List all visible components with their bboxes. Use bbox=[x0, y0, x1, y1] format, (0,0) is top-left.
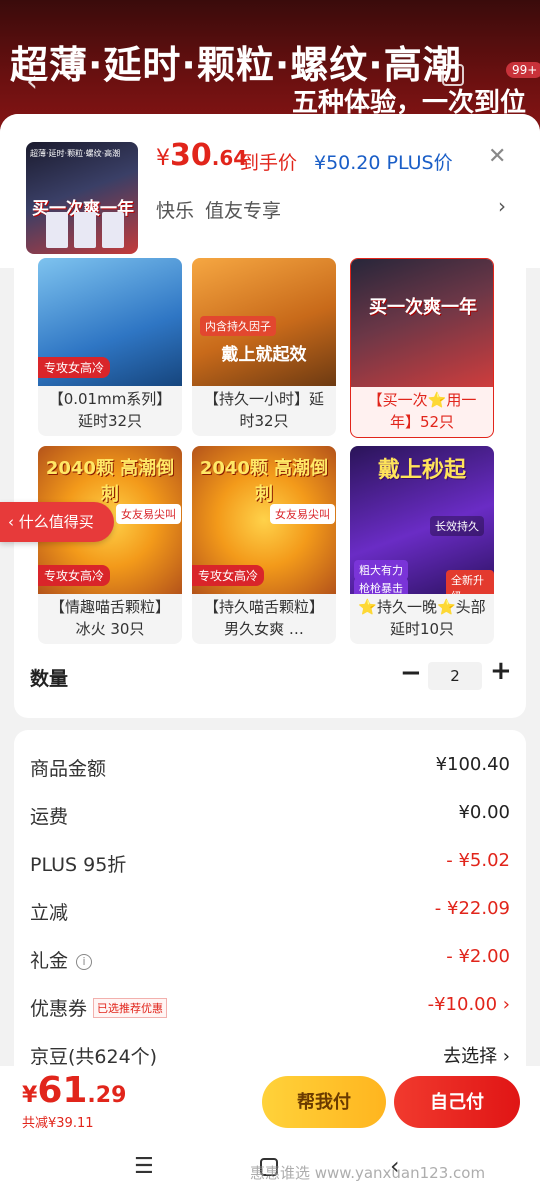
message-badge: 99+ bbox=[506, 62, 540, 78]
help-pay-button[interactable]: 帮我付 bbox=[262, 1076, 386, 1128]
summary-value: 去选择 › bbox=[443, 1046, 510, 1067]
smzdm-float-tab[interactable]: ‹ 什么值得买 bbox=[0, 502, 114, 542]
variant-image-title: 戴上就起效 bbox=[221, 345, 307, 365]
variant-option-selected[interactable]: 买一次爽一年 【买一次⭐用一年】52只 bbox=[350, 258, 494, 438]
watermark: 惠惠谁选 www.yanxuan123.com bbox=[250, 1164, 486, 1182]
summary-value: - ¥5.02 bbox=[446, 850, 510, 871]
variant-option[interactable]: 2040颗 高潮倒刺 女友易尖叫 专攻女高冷 【持久喵舌颗粒】男久女爽 … bbox=[192, 446, 336, 644]
variant-option[interactable]: 戴上就起效 内含持久因子 【持久一小时】延时32只 bbox=[192, 258, 336, 436]
sheet-header: 超薄·延时·颗粒·螺纹·高潮 买一次爽一年 ¥30.64 到手价 ¥50.20 … bbox=[0, 114, 540, 268]
banner-line1: 超薄·延时·颗粒·螺纹·高潮 bbox=[10, 43, 462, 87]
quantity-plus-button[interactable]: + bbox=[490, 656, 512, 686]
variant-label: 【持久喵舌颗粒】男久女爽 … bbox=[203, 598, 324, 638]
summary-key: PLUS 95折 bbox=[30, 854, 127, 876]
product-thumbnail: 超薄·延时·颗粒·螺纹·高潮 买一次爽一年 bbox=[26, 142, 138, 254]
variant-option[interactable]: 戴上秒起 长效持久 粗大有力 枪枪暴击 全新升级 ⭐持久一晚⭐头部延时10只 bbox=[350, 446, 494, 644]
back-icon[interactable]: ‹ bbox=[26, 64, 38, 99]
summary-key: 商品金额 bbox=[30, 758, 107, 780]
variant-label: 【持久一小时】延时32只 bbox=[203, 390, 324, 430]
variant-option[interactable]: 2040颗 高潮倒刺 女友易尖叫 专攻女高冷 【情趣喵舌颗粒】冰火 30只 bbox=[38, 446, 182, 644]
variant-label: 【情趣喵舌颗粒】冰火 30只 bbox=[49, 598, 170, 638]
quantity-label: 数量 bbox=[30, 668, 69, 690]
final-price: ¥30.64 bbox=[156, 138, 248, 173]
summary-row-goods: 商品金额 ¥100.40 bbox=[30, 754, 510, 784]
total-saved: 共减¥39.11 bbox=[22, 1116, 94, 1131]
plus-price: ¥50.20 PLUS价 bbox=[314, 152, 453, 174]
variant-image-text: 长效持久 bbox=[430, 516, 484, 536]
variant-image-badge: 全新升级 bbox=[446, 570, 494, 594]
close-icon[interactable]: ✕ bbox=[488, 144, 506, 169]
variant-image: 2040颗 高潮倒刺 女友易尖叫 专攻女高冷 bbox=[192, 446, 336, 594]
box-image bbox=[46, 212, 68, 248]
self-pay-button[interactable]: 自己付 bbox=[394, 1076, 520, 1128]
pay-bar: ¥61.29 共减¥39.11 帮我付 自己付 bbox=[0, 1066, 540, 1142]
box-image bbox=[102, 212, 124, 248]
summary-key: 礼金 i bbox=[30, 946, 93, 973]
variant-image-sub: 枪枪暴击 bbox=[354, 578, 408, 594]
quantity-minus-button[interactable]: − bbox=[400, 658, 422, 688]
variant-caption: 专攻女高冷 bbox=[38, 565, 111, 586]
tag-member: 值友专享 bbox=[205, 200, 282, 222]
back-nav-icon[interactable]: ‹ bbox=[390, 1152, 400, 1180]
menu-icon[interactable]: ☰ bbox=[134, 1154, 154, 1179]
chevron-right-icon[interactable]: › bbox=[498, 194, 506, 218]
summary-value: - ¥22.09 bbox=[434, 898, 510, 919]
summary-value: -¥10.00 › bbox=[427, 994, 510, 1015]
variant-image-sub: 粗大有力 bbox=[354, 560, 408, 580]
variant-image-title: 买一次爽一年 bbox=[369, 297, 477, 318]
summary-row-discount: 立减 - ¥22.09 bbox=[30, 898, 510, 928]
summary-row-coupon[interactable]: 优惠券 已选推荐优惠 -¥10.00 › bbox=[30, 994, 510, 1024]
variant-image-title: 戴上秒起 bbox=[377, 458, 466, 483]
coupon-tag: 已选推荐优惠 bbox=[93, 998, 168, 1018]
total-price: ¥61.29 bbox=[22, 1070, 127, 1111]
final-price-label: 到手价 bbox=[240, 152, 298, 174]
summary-key: 运费 bbox=[30, 806, 69, 828]
variant-label: 【0.01mm系列】延时32只 bbox=[48, 390, 172, 430]
tag-kuaile: 快乐 bbox=[156, 200, 195, 222]
variant-label: ⭐持久一晚⭐头部延时10只 bbox=[358, 598, 486, 638]
variant-label: 【买一次⭐用一年】52只 bbox=[367, 391, 477, 431]
info-icon[interactable]: i bbox=[76, 954, 93, 970]
summary-key: 优惠券 已选推荐优惠 bbox=[30, 994, 168, 1021]
thumb-text: 超薄·延时·颗粒·螺纹·高潮 bbox=[30, 149, 121, 158]
summary-row-shipping: 运费 ¥0.00 bbox=[30, 802, 510, 832]
system-nav-bar: ☰ 惠惠谁选 www.yanxuan123.com ‹ bbox=[0, 1142, 540, 1200]
variant-image-sub: 女友易尖叫 bbox=[270, 504, 335, 524]
summary-row-gift: 礼金 i - ¥2.00 bbox=[30, 946, 510, 976]
variant-caption: 专攻女高冷 bbox=[38, 357, 111, 378]
variant-image: 专攻女高冷 bbox=[38, 258, 182, 386]
float-tab-label: 什么值得买 bbox=[18, 513, 94, 531]
variant-caption: 专攻女高冷 bbox=[192, 565, 265, 586]
variant-image: 买一次爽一年 bbox=[351, 259, 493, 387]
share-icon[interactable] bbox=[442, 64, 464, 86]
summary-value: ¥0.00 bbox=[458, 802, 510, 823]
variant-option[interactable]: 专攻女高冷 【0.01mm系列】延时32只 bbox=[38, 258, 182, 436]
summary-key: 立减 bbox=[30, 902, 69, 924]
variant-image-title: 2040颗 高潮倒刺 bbox=[45, 458, 175, 505]
variant-caption: 内含持久因子 bbox=[200, 316, 276, 336]
variant-image: 戴上秒起 长效持久 粗大有力 枪枪暴击 全新升级 bbox=[350, 446, 494, 594]
quantity-input[interactable]: 2 bbox=[428, 662, 482, 690]
box-image bbox=[74, 212, 96, 248]
summary-row-plus: PLUS 95折 - ¥5.02 bbox=[30, 850, 510, 880]
summary-value: ¥100.40 bbox=[435, 754, 510, 775]
checkout-sheet: 超薄·延时·颗粒·螺纹·高潮 买一次爽一年 ¥30.64 到手价 ¥50.20 … bbox=[0, 114, 540, 1200]
summary-value: - ¥2.00 bbox=[446, 946, 510, 967]
variant-image-sub: 女友易尖叫 bbox=[116, 504, 181, 524]
variant-image-title: 2040颗 高潮倒刺 bbox=[199, 458, 329, 505]
summary-key: 京豆(共624个) bbox=[30, 1046, 158, 1068]
variant-image: 戴上就起效 内含持久因子 bbox=[192, 258, 336, 386]
